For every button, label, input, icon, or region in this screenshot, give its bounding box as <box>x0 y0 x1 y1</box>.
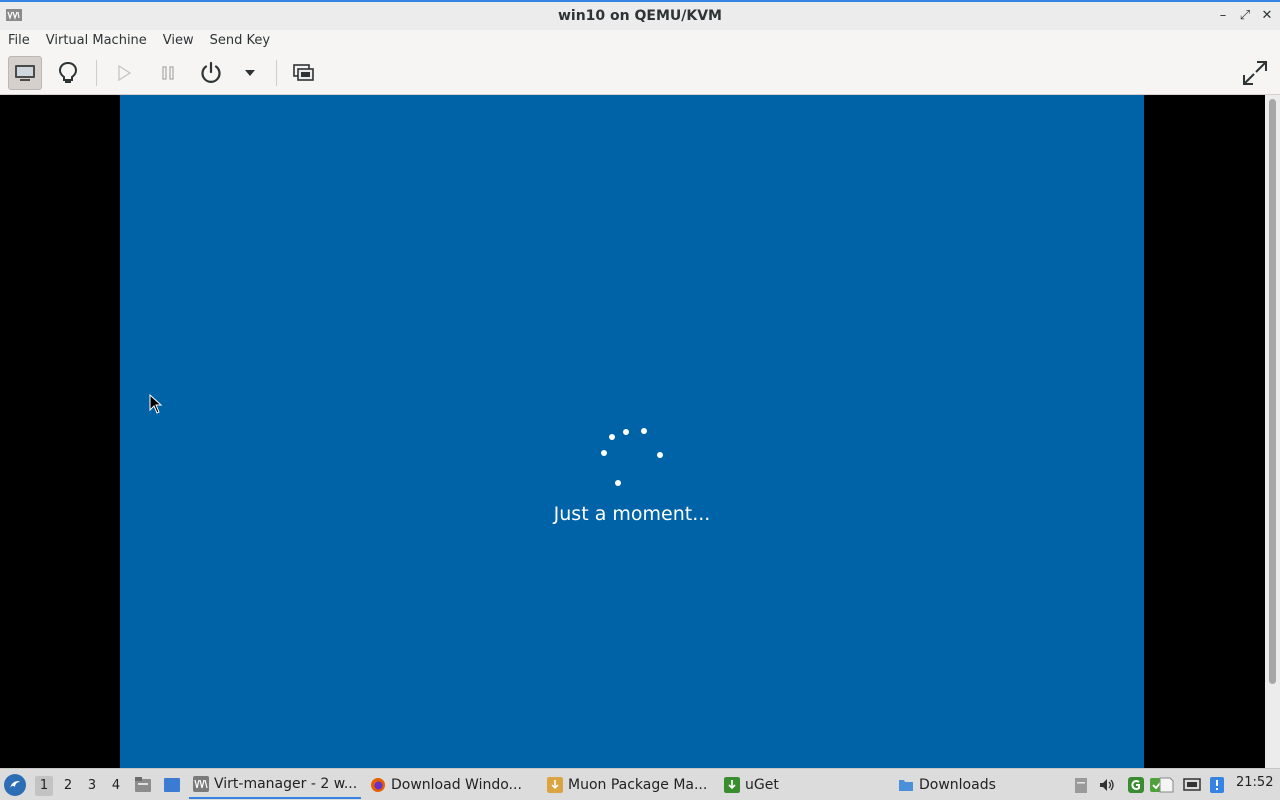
play-icon <box>118 65 131 81</box>
maximize-button[interactable]: ⤢ <box>1238 7 1252 23</box>
show-desktop-icon[interactable] <box>163 776 181 794</box>
uget-icon <box>724 777 740 793</box>
guest-status-message: Just a moment... <box>553 503 711 525</box>
lightbulb-icon <box>58 61 78 83</box>
network-tray-icon[interactable] <box>1183 776 1201 794</box>
window-titlebar[interactable]: win10 on QEMU/KVM – ⤢ ✕ <box>0 0 1280 30</box>
workspace-4[interactable]: 4 <box>107 776 125 796</box>
lubuntu-logo-icon <box>10 781 20 788</box>
spinner-dot <box>623 429 629 435</box>
close-button[interactable]: ✕ <box>1260 7 1274 23</box>
console-button[interactable] <box>8 56 42 90</box>
run-button[interactable] <box>107 56 141 90</box>
task-muon[interactable]: Muon Package Ma... <box>543 771 715 799</box>
notes-tray-icon[interactable] <box>1157 776 1175 794</box>
uget-tray-icon[interactable] <box>1127 776 1145 794</box>
minimize-button[interactable]: – <box>1216 7 1230 23</box>
spinner-dot <box>601 450 607 456</box>
clock[interactable]: 21:52 <box>1236 775 1273 790</box>
menubar: File Virtual Machine View Send Key <box>0 30 1280 52</box>
vm-console-display[interactable]: Just a moment... <box>0 95 1265 768</box>
start-menu-button[interactable] <box>4 774 26 796</box>
snapshot-icon <box>293 64 314 81</box>
details-button[interactable] <box>51 56 85 90</box>
task-firefox[interactable]: Download Windo... <box>366 771 532 799</box>
shutdown-button[interactable] <box>194 56 228 90</box>
file-manager-launcher-icon[interactable] <box>134 776 152 794</box>
taskbar: 1 2 3 4 Virt-manager - 2 w... Download W… <box>0 768 1280 800</box>
fullscreen-icon <box>1243 61 1267 85</box>
snapshots-button[interactable] <box>287 56 321 90</box>
menu-view[interactable]: View <box>155 30 202 52</box>
menu-file[interactable]: File <box>0 30 38 52</box>
task-label: Downloads <box>919 777 996 793</box>
virt-manager-app-icon <box>6 9 22 21</box>
guest-screen[interactable]: Just a moment... <box>120 95 1144 768</box>
notification-tray-icon[interactable] <box>1208 776 1226 794</box>
spinner-dot <box>657 452 663 458</box>
workspace-1[interactable]: 1 <box>35 776 53 796</box>
dropdown-arrow-icon <box>245 70 255 76</box>
mouse-pointer-icon <box>149 394 163 414</box>
window-title: win10 on QEMU/KVM <box>557 8 722 24</box>
fullscreen-button[interactable] <box>1238 56 1272 90</box>
virt-manager-icon <box>193 776 209 792</box>
task-label: Download Windo... <box>391 777 522 793</box>
menu-virtual-machine[interactable]: Virtual Machine <box>38 30 155 52</box>
muon-icon <box>547 777 563 793</box>
task-uget[interactable]: uGet <box>720 771 800 799</box>
scrollbar-thumb[interactable] <box>1269 99 1276 684</box>
spinner-dot <box>609 434 615 440</box>
pause-icon <box>162 66 174 80</box>
task-label: uGet <box>745 777 779 793</box>
spinner-dot <box>641 428 647 434</box>
task-label: Virt-manager - 2 w... <box>214 776 358 792</box>
menu-send-key[interactable]: Send Key <box>202 30 278 52</box>
toolbar-separator <box>276 60 277 86</box>
console-icon <box>15 65 35 81</box>
spinner-dot <box>615 480 621 486</box>
pause-button[interactable] <box>151 56 185 90</box>
clipboard-tray-icon[interactable] <box>1072 776 1090 794</box>
power-icon <box>201 61 221 83</box>
vertical-scrollbar[interactable] <box>1265 95 1280 768</box>
task-label: Muon Package Ma... <box>568 777 708 793</box>
toolbar-separator <box>96 60 97 86</box>
folder-icon <box>899 780 913 791</box>
workspace-3[interactable]: 3 <box>83 776 101 796</box>
workspace-2[interactable]: 2 <box>59 776 77 796</box>
task-virt-manager[interactable]: Virt-manager - 2 w... <box>189 771 361 799</box>
task-downloads[interactable]: Downloads <box>894 771 1004 799</box>
shutdown-menu-button[interactable] <box>233 56 267 90</box>
volume-icon[interactable] <box>1098 776 1116 794</box>
firefox-icon <box>371 778 385 792</box>
toolbar <box>0 52 1280 95</box>
